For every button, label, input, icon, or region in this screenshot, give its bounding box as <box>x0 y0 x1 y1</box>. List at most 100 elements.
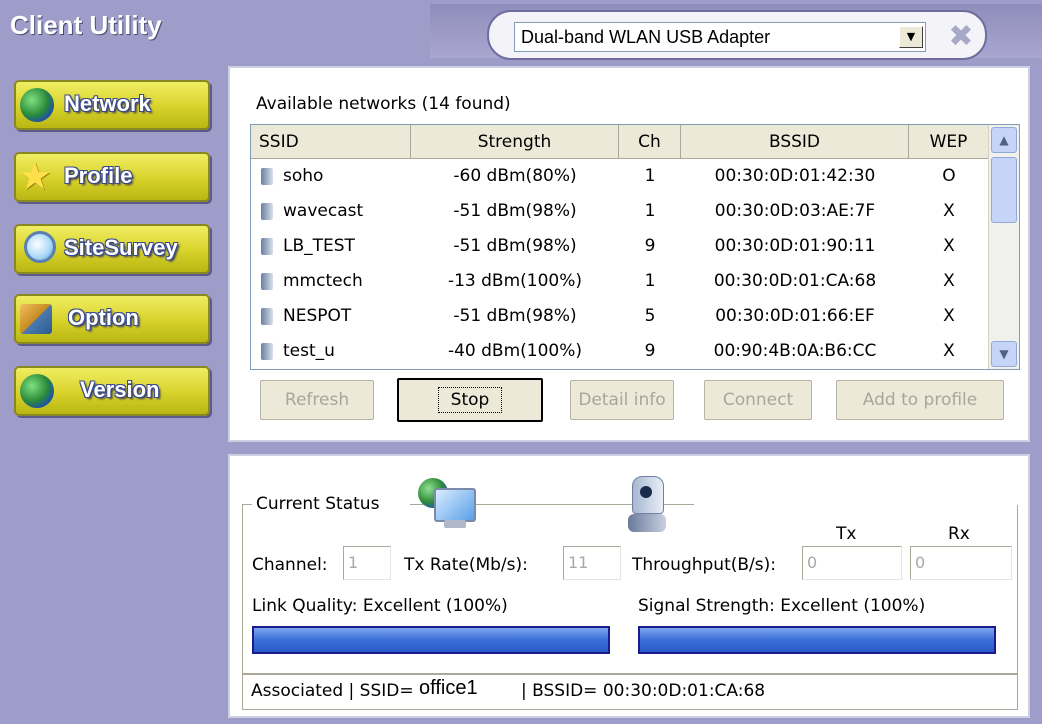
link-quality-bar <box>252 626 610 654</box>
nav-version-button[interactable]: Version <box>14 366 210 416</box>
table-scrollbar[interactable]: ▲ ▼ <box>988 125 1019 369</box>
channel-label: Channel: <box>252 555 328 575</box>
cell-channel: 9 <box>644 341 656 361</box>
cell-bssid: 00:30:0D:01:90:11 <box>714 236 876 256</box>
cell-bssid: 00:30:0D:01:66:EF <box>715 306 875 326</box>
scroll-down-icon[interactable]: ▼ <box>991 341 1017 367</box>
stop-button-label: Stop <box>437 387 503 413</box>
add-to-profile-button[interactable]: Add to profile <box>836 380 1004 420</box>
cell-ssid: soho <box>283 166 324 186</box>
cell-ssid: wavecast <box>283 201 364 221</box>
tx-rate-field: 11 <box>563 546 621 580</box>
table-row[interactable]: test_u -40 dBm(100%) 9 00:90:4B:0A:B6:CC X <box>251 334 989 369</box>
globe-icon <box>20 374 54 408</box>
cell-ssid: LB_TEST <box>283 236 355 256</box>
cell-wep: X <box>943 341 955 361</box>
current-status-label: Current Status <box>256 494 380 514</box>
table-row[interactable]: soho -60 dBm(80%) 1 00:30:0D:01:42:30 O <box>251 159 989 194</box>
link-quality-label: Link Quality: Excellent (100%) <box>252 596 508 616</box>
cell-channel: 1 <box>644 201 656 221</box>
rx-header: Rx <box>948 524 970 544</box>
nav-sitesurvey-button[interactable]: SiteSurvey <box>14 224 210 274</box>
access-point-icon <box>261 308 273 325</box>
refresh-button[interactable]: Refresh <box>260 380 374 420</box>
cell-channel: 5 <box>644 306 656 326</box>
cell-strength: -13 dBm(100%) <box>447 271 583 291</box>
column-header-ssid[interactable]: SSID <box>251 125 411 159</box>
nav-label: SiteSurvey <box>64 235 178 260</box>
assoc-bssid: | BSSID= 00:30:0D:01:CA:68 <box>521 681 766 701</box>
cell-bssid: 00:90:4B:0A:B6:CC <box>713 341 877 361</box>
cell-strength: -51 dBm(98%) <box>453 236 577 256</box>
column-header-bssid[interactable]: BSSID <box>681 125 909 159</box>
settings-icon <box>20 304 52 334</box>
cell-bssid: 00:30:0D:01:CA:68 <box>713 271 877 291</box>
cell-wep: X <box>943 236 955 256</box>
nav-label: Profile <box>64 163 133 188</box>
link-quality-bar-fill <box>254 628 608 652</box>
nav-label: Option <box>68 305 139 330</box>
star-icon: ★ <box>18 154 53 198</box>
throughput-label: Throughput(B/s): <box>632 555 776 575</box>
nav-option-button[interactable]: Option <box>14 294 210 344</box>
cell-channel: 1 <box>644 166 656 186</box>
connect-button[interactable]: Connect <box>704 380 812 420</box>
cell-wep: X <box>943 271 955 291</box>
signal-strength-bar-fill <box>640 628 994 652</box>
table-row[interactable]: NESPOT -51 dBm(98%) 5 00:30:0D:01:66:EF X <box>251 299 989 334</box>
nav-network-button[interactable]: Network <box>14 80 210 130</box>
status-separator-line <box>694 504 1018 505</box>
cell-strength: -40 dBm(100%) <box>447 341 583 361</box>
cell-wep: X <box>943 201 955 221</box>
access-point-icon <box>261 203 273 220</box>
channel-field: 1 <box>343 546 391 580</box>
magnifier-icon <box>24 231 56 263</box>
nav-label: Version <box>80 377 160 402</box>
column-header-channel[interactable]: Ch <box>619 125 681 159</box>
cell-bssid: 00:30:0D:01:42:30 <box>714 166 876 186</box>
table-row[interactable]: LB_TEST -51 dBm(98%) 9 00:30:0D:01:90:11 X <box>251 229 989 264</box>
throughput-tx-field: 0 <box>802 546 902 580</box>
column-header-strength[interactable]: Strength <box>411 125 619 159</box>
cell-strength: -51 dBm(98%) <box>453 306 577 326</box>
cell-strength: -51 dBm(98%) <box>453 201 577 221</box>
cell-wep: O <box>942 166 956 186</box>
nav-profile-button[interactable]: ★ Profile <box>14 152 210 202</box>
signal-strength-label: Signal Strength: Excellent (100%) <box>638 596 926 616</box>
cell-bssid: 00:30:0D:03:AE:7F <box>714 201 876 221</box>
computer-icon <box>418 478 476 532</box>
close-button[interactable]: ✖ <box>944 20 978 54</box>
assoc-prefix: Associated | SSID= <box>251 681 414 701</box>
scroll-up-icon[interactable]: ▲ <box>991 127 1017 153</box>
cell-channel: 9 <box>644 236 656 256</box>
wireless-camera-icon <box>628 476 666 534</box>
access-point-icon <box>261 168 273 185</box>
column-header-wep[interactable]: WEP <box>909 125 989 159</box>
table-row[interactable]: mmctech -13 dBm(100%) 1 00:30:0D:01:CA:68 X <box>251 264 989 299</box>
signal-strength-bar <box>638 626 996 654</box>
association-status: Associated | SSID= office1 | BSSID= 00:3… <box>242 674 1018 710</box>
throughput-rx-field: 0 <box>910 546 1012 580</box>
cell-ssid: mmctech <box>283 271 363 291</box>
globe-icon <box>20 88 54 122</box>
cell-channel: 1 <box>644 271 656 291</box>
detail-info-button[interactable]: Detail info <box>570 380 674 420</box>
assoc-ssid: office1 <box>419 677 478 699</box>
cell-strength: -60 dBm(80%) <box>453 166 577 186</box>
access-point-icon <box>261 238 273 255</box>
tx-rate-label: Tx Rate(Mb/s): <box>404 555 528 575</box>
table-row[interactable]: wavecast -51 dBm(98%) 1 00:30:0D:03:AE:7F X <box>251 194 989 229</box>
dropdown-arrow-icon[interactable]: ▼ <box>899 26 923 48</box>
networks-table: SSID Strength Ch BSSID WEP soho -60 dBm(8… <box>250 124 1020 370</box>
tx-header: Tx <box>836 524 857 544</box>
adapter-select[interactable]: Dual-band WLAN USB Adapter ▼ <box>514 22 926 52</box>
scrollbar-thumb[interactable] <box>991 157 1017 223</box>
cell-ssid: test_u <box>283 341 335 361</box>
cell-wep: X <box>943 306 955 326</box>
access-point-icon <box>261 273 273 290</box>
adapter-select-value: Dual-band WLAN USB Adapter <box>521 27 771 47</box>
access-point-icon <box>261 343 273 360</box>
stop-button[interactable]: Stop <box>397 378 543 422</box>
nav-label: Network <box>64 91 151 116</box>
app-title: Client Utility <box>10 10 162 40</box>
